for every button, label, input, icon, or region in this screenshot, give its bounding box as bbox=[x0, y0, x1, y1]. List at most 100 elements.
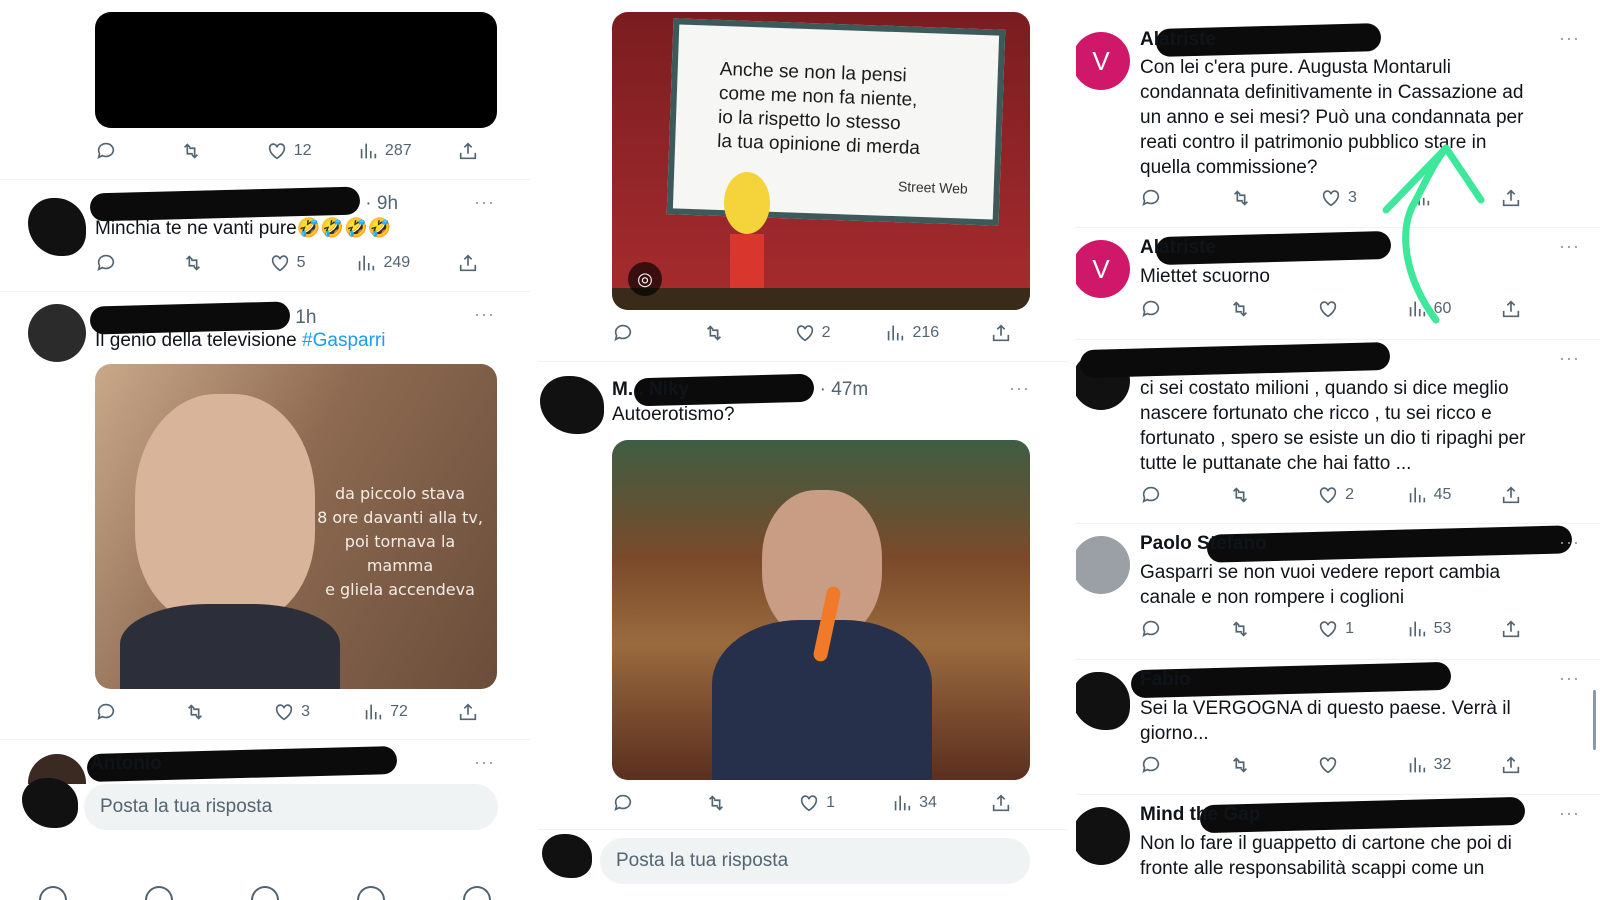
more-options-icon[interactable]: ··· bbox=[474, 304, 495, 325]
tweet-c[interactable]: Antonio ··· bbox=[0, 740, 530, 784]
reply-input[interactable]: Posta la tua risposta bbox=[84, 784, 498, 830]
reply-tweet[interactable]: Mind the Gap ··· Non lo fare il guappetto … bbox=[1076, 795, 1600, 900]
views-button[interactable]: 34 bbox=[891, 792, 937, 814]
reply-button[interactable] bbox=[612, 792, 652, 814]
reply-tweet[interactable]: V Alatriste ··· Con lei c'era pure. Augusta… bbox=[1076, 20, 1600, 228]
reply-button[interactable] bbox=[1140, 298, 1180, 320]
retweet-button[interactable] bbox=[705, 792, 745, 814]
retweet-button[interactable] bbox=[182, 252, 222, 274]
display-name[interactable]: Fabio bbox=[1140, 669, 1191, 690]
like-button[interactable]: 12 bbox=[266, 140, 312, 162]
tweet-niky[interactable]: M... Niky · 47m ··· Autoerotismo? 1 34 bbox=[538, 362, 1068, 830]
retweet-button[interactable] bbox=[1229, 484, 1269, 506]
reply-tweet[interactable]: Paolo Stefano ··· Gasparri se non vuoi ved… bbox=[1076, 524, 1600, 660]
like-button[interactable]: 3 bbox=[273, 701, 313, 723]
avatar[interactable]: V bbox=[1076, 240, 1130, 298]
communities-icon[interactable] bbox=[251, 886, 279, 900]
more-options-icon[interactable]: ··· bbox=[474, 192, 495, 213]
more-options-icon[interactable]: ··· bbox=[1009, 378, 1030, 399]
display-name[interactable]: Antonio bbox=[90, 753, 162, 774]
display-name[interactable]: M... Niky bbox=[612, 379, 689, 400]
views-button[interactable]: 287 bbox=[357, 140, 412, 162]
reply-button[interactable] bbox=[95, 252, 135, 274]
like-button[interactable]: 1 bbox=[1317, 618, 1357, 640]
retweet-button[interactable] bbox=[1229, 618, 1269, 640]
avatar[interactable] bbox=[1076, 536, 1130, 594]
like-button[interactable] bbox=[1317, 298, 1357, 320]
reply-tweet[interactable]: Fabio ··· Sei la VERGOGNA di questo paese.… bbox=[1076, 660, 1600, 795]
share-button[interactable] bbox=[1500, 298, 1540, 320]
more-options-icon[interactable]: ··· bbox=[1559, 532, 1580, 553]
retweet-button[interactable] bbox=[1229, 754, 1269, 776]
reply-button[interactable] bbox=[1140, 484, 1180, 506]
reply-button[interactable] bbox=[1140, 187, 1180, 209]
tweet-media-photo[interactable] bbox=[612, 440, 1030, 780]
hashtag-link[interactable]: #Gasparri bbox=[302, 330, 385, 351]
avatar[interactable] bbox=[1076, 672, 1130, 730]
more-options-icon[interactable]: ··· bbox=[474, 752, 495, 773]
views-button[interactable]: 53 bbox=[1406, 618, 1451, 640]
like-button[interactable]: 3 bbox=[1320, 187, 1360, 209]
more-options-icon[interactable]: ··· bbox=[1559, 236, 1580, 257]
views-button[interactable]: 72 bbox=[362, 701, 408, 723]
reply-tweet[interactable]: ··· ci sei costato milioni , quando si di… bbox=[1076, 340, 1600, 524]
tweet-meme[interactable]: Anche se non la pensi come me non fa nie… bbox=[538, 0, 1068, 362]
display-name[interactable]: Alatriste bbox=[1140, 237, 1216, 258]
like-button[interactable]: 5 bbox=[269, 252, 309, 274]
like-button[interactable]: 2 bbox=[794, 322, 834, 344]
views-button[interactable]: 216 bbox=[884, 322, 939, 344]
notifications-icon[interactable] bbox=[357, 886, 385, 900]
avatar[interactable] bbox=[28, 198, 86, 256]
more-options-icon[interactable]: ··· bbox=[1559, 668, 1580, 689]
views-button[interactable]: 249 bbox=[355, 252, 410, 274]
tweet-a[interactable]: · 9h ··· Minchia te ne vanti pure🤣🤣🤣🤣 5 … bbox=[0, 180, 530, 292]
share-icon bbox=[459, 142, 477, 160]
like-button[interactable]: 2 bbox=[1317, 484, 1357, 506]
messages-icon[interactable] bbox=[463, 886, 491, 900]
retweet-button[interactable] bbox=[180, 140, 220, 162]
views-button[interactable]: 45 bbox=[1406, 484, 1451, 506]
share-button[interactable] bbox=[457, 701, 497, 723]
share-button[interactable] bbox=[1500, 754, 1540, 776]
more-options-icon[interactable]: ··· bbox=[1559, 803, 1580, 824]
like-button[interactable] bbox=[1317, 754, 1357, 776]
reply-button[interactable] bbox=[612, 322, 652, 344]
views-button[interactable]: 32 bbox=[1406, 754, 1451, 776]
display-name[interactable]: Paolo Stefano bbox=[1140, 533, 1267, 554]
share-button[interactable] bbox=[1500, 187, 1540, 209]
scrollbar[interactable] bbox=[1593, 690, 1596, 750]
retweet-button[interactable] bbox=[1230, 187, 1270, 209]
search-icon[interactable] bbox=[145, 886, 173, 900]
retweet-button[interactable] bbox=[184, 701, 224, 723]
reply-button[interactable] bbox=[1140, 754, 1180, 776]
camera-icon[interactable]: ◎ bbox=[628, 262, 662, 296]
tweet-media-meme[interactable]: Anche se non la pensi come me non fa nie… bbox=[612, 12, 1030, 310]
reply-button[interactable] bbox=[1140, 618, 1180, 640]
share-button[interactable] bbox=[457, 140, 497, 162]
reply-tweet[interactable]: V Alatriste ··· Miettet scuorno 60 bbox=[1076, 228, 1600, 340]
share-button[interactable] bbox=[457, 252, 497, 274]
tweet-top[interactable]: 12 287 bbox=[0, 0, 530, 180]
retweet-button[interactable] bbox=[1229, 298, 1269, 320]
home-icon[interactable] bbox=[39, 886, 67, 900]
more-options-icon[interactable]: ··· bbox=[1559, 28, 1580, 49]
avatar[interactable] bbox=[540, 376, 604, 434]
share-button[interactable] bbox=[990, 792, 1030, 814]
avatar[interactable] bbox=[28, 304, 86, 362]
display-name[interactable]: Alatriste bbox=[1140, 29, 1216, 50]
tweet-media-photo[interactable]: da piccolo stava 8 ore davanti alla tv, … bbox=[95, 364, 497, 689]
reply-button[interactable] bbox=[95, 140, 135, 162]
share-button[interactable] bbox=[1500, 618, 1540, 640]
like-button[interactable]: 1 bbox=[798, 792, 838, 814]
display-name[interactable]: Mind the Gap bbox=[1140, 804, 1260, 825]
reply-input[interactable]: Posta la tua risposta bbox=[600, 838, 1030, 884]
share-button[interactable] bbox=[990, 322, 1030, 344]
tweet-media-black[interactable] bbox=[95, 12, 497, 128]
retweet-button[interactable] bbox=[703, 322, 743, 344]
avatar[interactable] bbox=[1076, 807, 1130, 865]
share-button[interactable] bbox=[1500, 484, 1540, 506]
more-options-icon[interactable]: ··· bbox=[1559, 348, 1580, 369]
tweet-b[interactable]: 1h ··· Il genio della televisione #Gaspa… bbox=[0, 292, 530, 740]
avatar[interactable]: V bbox=[1076, 32, 1130, 90]
reply-button[interactable] bbox=[95, 701, 135, 723]
